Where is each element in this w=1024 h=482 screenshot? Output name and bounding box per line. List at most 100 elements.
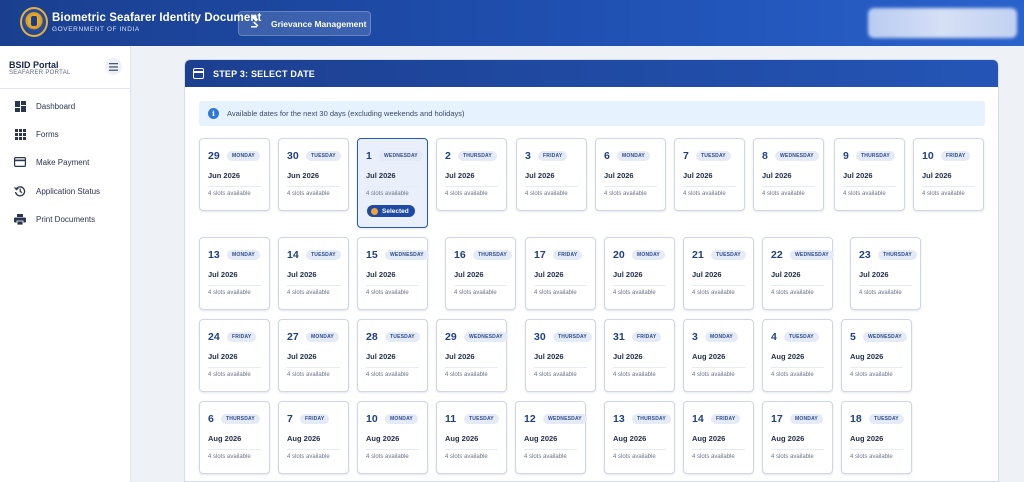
weekday-badge: FRIDAY [553,250,583,260]
weekday-badge: WEDNESDAY [543,414,587,424]
info-text: Available dates for the next 30 days (ex… [227,109,465,118]
date-card[interactable]: 5 WEDNESDAY Aug 2026 4 slots available [841,319,912,392]
weekday-badge: FRIDAY [711,414,741,424]
date-card[interactable]: 10 MONDAY Aug 2026 4 slots available [357,401,428,474]
selected-label: Selected [382,207,409,215]
date-card[interactable]: 10 FRIDAY Jul 2026 4 slots available [913,138,984,211]
date-card[interactable]: 18 TUESDAY Aug 2026 4 slots available [841,401,912,474]
sidebar: BSID Portal SEAFARER PORTAL Dashboard Fo… [0,46,131,482]
history-icon [13,184,27,198]
date-card[interactable]: 17 MONDAY Aug 2026 4 slots available [762,401,833,474]
card-divider [692,285,745,286]
date-day-number: 16 [454,249,466,261]
slots-available: 4 slots available [922,191,965,197]
date-card[interactable]: 29 MONDAY Jun 2026 4 slots available [199,138,270,211]
date-month-year: Jul 2026 [208,352,238,361]
date-month-year: Jul 2026 [613,270,643,279]
date-card[interactable]: 7 FRIDAY Aug 2026 4 slots available [278,401,349,474]
date-day-number: 3 [692,331,698,343]
sidebar-item-make-payment[interactable]: Make Payment [0,150,131,174]
slots-available: 4 slots available [287,290,330,296]
slots-available: 4 slots available [850,454,893,460]
date-month-year: Jul 2026 [445,171,475,180]
date-card[interactable]: 21 TUESDAY Jul 2026 4 slots available [683,237,754,310]
date-card[interactable]: 3 MONDAY Aug 2026 4 slots available [683,319,754,392]
slots-available: 4 slots available [843,191,886,197]
date-card[interactable]: 7 TUESDAY Jul 2026 4 slots available [674,138,745,211]
date-card-selected[interactable]: 1 WEDNESDAY Jul 2026 4 slots available Selec… [357,138,428,228]
date-month-year: Jul 2026 [922,171,952,180]
card-divider [843,186,896,187]
weekday-badge: TUESDAY [869,414,904,424]
card-divider [287,285,340,286]
date-card[interactable]: 24 FRIDAY Jul 2026 4 slots available [199,319,270,392]
weekday-badge: THURSDAY [221,414,260,424]
info-icon: i [208,108,219,119]
date-day-number: 17 [771,413,783,425]
date-card[interactable]: 14 FRIDAY Aug 2026 4 slots available [683,401,754,474]
slots-available: 4 slots available [534,372,577,378]
weekday-badge: MONDAY [385,414,418,424]
date-card[interactable]: 22 WEDNESDAY Jul 2026 4 slots available [762,237,834,310]
date-card[interactable]: 30 THURSDAY Jul 2026 4 slots available [525,319,596,392]
sidebar-item-application-status[interactable]: Application Status [0,179,131,203]
card-divider [922,186,975,187]
date-card[interactable]: 16 THURSDAY Jul 2026 4 slots available [445,237,516,310]
date-day-number: 23 [859,249,871,261]
sidebar-item-forms[interactable]: Forms [0,122,131,146]
slots-available: 4 slots available [287,191,330,197]
grievance-management-button[interactable]: Grievance Management [238,11,371,36]
date-card[interactable]: 4 TUESDAY Aug 2026 4 slots available [762,319,833,392]
date-card[interactable]: 12 WEDNESDAY Aug 2026 4 slots available [515,401,587,474]
weekday-badge: FRIDAY [632,332,662,342]
card-divider [208,285,261,286]
slots-available: 4 slots available [613,290,656,296]
date-card[interactable]: 11 TUESDAY Aug 2026 4 slots available [436,401,507,474]
slots-available: 4 slots available [613,454,656,460]
date-month-year: Jul 2026 [534,352,564,361]
date-card[interactable]: 27 MONDAY Jul 2026 4 slots available [278,319,349,392]
date-card[interactable]: 17 FRIDAY Jul 2026 4 slots available [525,237,596,310]
date-card[interactable]: 28 TUESDAY Jul 2026 4 slots available [357,319,428,392]
app-subtitle: GOVERNMENT OF INDIA [52,26,140,33]
date-card[interactable]: 6 THURSDAY Aug 2026 4 slots available [199,401,270,474]
date-card[interactable]: 20 MONDAY Jul 2026 4 slots available [604,237,675,310]
date-card[interactable]: 2 THURSDAY Jul 2026 4 slots available [436,138,507,211]
date-card[interactable]: 30 TUESDAY Jun 2026 4 slots available [278,138,349,211]
date-day-number: 17 [534,249,546,261]
date-day-number: 28 [366,331,378,343]
date-card[interactable]: 31 FRIDAY Jul 2026 4 slots available [604,319,675,392]
date-card[interactable]: 23 THURSDAY Jul 2026 4 slots available [850,237,921,310]
slots-available: 4 slots available [683,191,726,197]
card-divider [850,449,903,450]
card-divider [287,367,340,368]
card-divider [692,449,745,450]
menu-toggle-button[interactable] [105,58,122,75]
card-divider [534,285,587,286]
portal-name: BSID Portal [9,60,59,70]
date-card[interactable]: 3 FRIDAY Jul 2026 4 slots available [516,138,587,211]
date-month-year: Aug 2026 [850,352,884,361]
date-card[interactable]: 13 MONDAY Jul 2026 4 slots available [199,237,270,310]
user-profile-menu[interactable] [868,8,1017,38]
date-card[interactable]: 14 TUESDAY Jul 2026 4 slots available [278,237,349,310]
date-card[interactable]: 9 THURSDAY Jul 2026 4 slots available [834,138,905,211]
date-card[interactable]: 8 WEDNESDAY Jul 2026 4 slots available [753,138,824,211]
date-card[interactable]: 13 THURSDAY Aug 2026 4 slots available [604,401,675,474]
weekday-badge: FRIDAY [227,332,257,342]
date-card[interactable]: 29 WEDNESDAY Jul 2026 4 slots available [436,319,508,392]
date-day-number: 10 [922,150,934,162]
date-day-number: 29 [445,331,457,343]
weekday-badge: FRIDAY [538,151,568,161]
date-card[interactable]: 15 WEDNESDAY Jul 2026 4 slots available [357,237,429,310]
card-divider [692,367,745,368]
date-card[interactable]: 6 MONDAY Jul 2026 4 slots available [595,138,666,211]
sidebar-item-dashboard[interactable]: Dashboard [0,94,131,118]
slots-available: 4 slots available [208,290,251,296]
sidebar-item-print-documents[interactable]: Print Documents [0,207,131,231]
date-month-year: Aug 2026 [366,434,400,443]
date-day-number: 14 [287,249,299,261]
card-divider [771,367,824,368]
date-day-number: 4 [771,331,777,343]
slots-available: 4 slots available [366,290,409,296]
